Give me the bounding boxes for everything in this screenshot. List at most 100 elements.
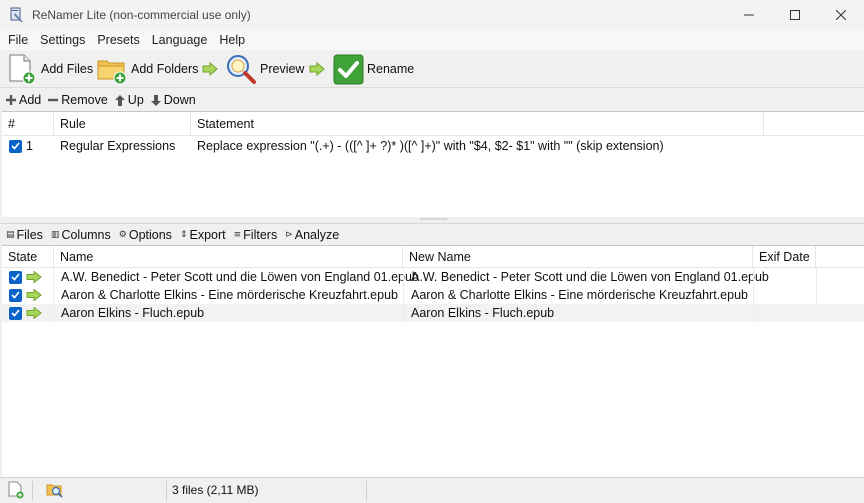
column-header-name[interactable]: Name	[54, 246, 403, 268]
column-header-number[interactable]: #	[2, 112, 54, 136]
minimize-icon	[744, 14, 754, 16]
plus-icon	[6, 95, 16, 105]
file-row[interactable]: A.W. Benedict - Peter Scott und die Löwe…	[2, 268, 864, 286]
options-menu-label: Options	[128, 227, 172, 242]
file-count-status: 3 files (2,11 MB)	[172, 483, 259, 497]
maximize-button[interactable]	[772, 0, 818, 30]
options-menu-button[interactable]: ⚙ Options	[119, 228, 172, 242]
move-down-label: Down	[163, 93, 196, 107]
rule-statement: Replace expression "(.+) - (([^ ]+ ?)* )…	[197, 139, 664, 153]
add-folders-label: Add Folders	[131, 62, 199, 76]
check-icon	[11, 309, 20, 317]
panel-splitter[interactable]	[0, 217, 864, 222]
rules-table-header: # Rule Statement	[2, 112, 864, 136]
filters-menu-label: Filters	[243, 227, 278, 242]
menu-settings[interactable]: Settings	[34, 33, 91, 47]
arrow-down-icon	[150, 94, 161, 106]
preview-button[interactable]: Preview	[225, 50, 304, 88]
files-table: State Name New Name Exif Date A.W. Bened…	[2, 245, 864, 477]
export-icon: ⇕	[179, 229, 188, 240]
filters-icon: ≡	[233, 229, 242, 240]
files-menu-button[interactable]: ▤ Files	[6, 228, 43, 242]
arrow-up-icon	[114, 94, 125, 106]
file-checkbox[interactable]	[9, 270, 22, 284]
add-folder-icon	[97, 60, 127, 85]
move-up-button[interactable]: Up	[114, 93, 144, 107]
close-icon	[836, 10, 846, 20]
rename-button[interactable]: Rename	[333, 50, 414, 88]
add-folders-button[interactable]: Add Folders	[96, 50, 198, 88]
menu-bar: File Settings Presets Language Help	[0, 30, 864, 50]
minimize-button[interactable]	[726, 0, 772, 30]
file-checkbox[interactable]	[9, 288, 22, 302]
file-name: A.W. Benedict - Peter Scott und die Löwe…	[61, 270, 419, 284]
file-name: Aaron Elkins - Fluch.epub	[61, 306, 205, 320]
files-table-header: State Name New Name Exif Date	[2, 246, 864, 268]
columns-menu-button[interactable]: ▥ Columns	[51, 228, 111, 242]
menu-file[interactable]: File	[2, 33, 34, 47]
window-title: ReNamer Lite (non-commercial use only)	[32, 8, 251, 22]
check-icon	[11, 142, 20, 150]
maximize-icon	[790, 10, 800, 20]
file-new-name: A.W. Benedict - Peter Scott und die Löwe…	[411, 270, 769, 284]
arrow-right-icon	[202, 62, 218, 76]
export-menu-button[interactable]: ⇕ Export	[180, 228, 226, 242]
files-toolbar: ▤ Files ▥ Columns ⚙ Options ⇕ Export ≡ F…	[0, 223, 864, 245]
move-up-label: Up	[127, 93, 144, 107]
add-files-button[interactable]: Add Files	[7, 50, 93, 88]
arrow-separator-1	[202, 50, 218, 88]
rename-label: Rename	[367, 62, 415, 76]
add-file-small-icon	[8, 481, 24, 499]
menu-presets[interactable]: Presets	[91, 33, 145, 47]
file-name: Aaron & Charlotte Elkins - Eine mörderis…	[61, 288, 398, 302]
analyze-menu-label: Analyze	[294, 227, 340, 242]
menu-help[interactable]: Help	[213, 33, 251, 47]
column-header-statement[interactable]: Statement	[191, 112, 764, 136]
check-icon	[11, 273, 20, 281]
file-row-selected[interactable]: Aaron Elkins - Fluch.epub Aaron Elkins -…	[2, 304, 864, 322]
analyze-icon: ⊳	[285, 229, 293, 240]
analyze-menu-button[interactable]: ⊳ Analyze	[285, 228, 339, 242]
menu-language[interactable]: Language	[146, 33, 214, 47]
file-checkbox[interactable]	[9, 306, 22, 320]
status-arrow-icon	[26, 289, 42, 301]
status-arrow-icon	[26, 307, 42, 319]
minus-icon	[48, 98, 59, 102]
remove-rule-button[interactable]: Remove	[48, 93, 108, 107]
splitter-grip[interactable]	[420, 218, 448, 220]
check-icon	[11, 291, 20, 299]
arrow-separator-2	[309, 50, 325, 88]
remove-rule-label: Remove	[61, 93, 108, 107]
rules-toolbar: Add Remove Up Down	[0, 89, 864, 111]
columns-menu-label: Columns	[61, 227, 111, 242]
add-files-label: Add Files	[41, 62, 94, 76]
options-icon: ⚙	[118, 229, 127, 240]
files-icon: ▤	[6, 229, 15, 240]
rule-row[interactable]: 1 Regular Expressions Replace expression…	[2, 136, 864, 156]
column-header-exif-date[interactable]: Exif Date	[753, 246, 816, 268]
add-rule-button[interactable]: Add	[6, 93, 41, 107]
column-header-state[interactable]: State	[2, 246, 54, 268]
folder-search-icon	[46, 484, 63, 498]
add-file-status-button[interactable]	[8, 481, 24, 502]
renamer-app-icon	[10, 7, 23, 22]
move-down-button[interactable]: Down	[150, 93, 196, 107]
title-bar: ReNamer Lite (non-commercial use only)	[0, 0, 864, 30]
preview-status-button[interactable]	[46, 481, 64, 502]
file-new-name: Aaron & Charlotte Elkins - Eine mörderis…	[411, 288, 748, 302]
magnifier-icon	[227, 55, 256, 84]
filters-menu-button[interactable]: ≡ Filters	[234, 228, 278, 242]
preview-label: Preview	[260, 62, 305, 76]
add-file-icon	[9, 54, 36, 85]
close-button[interactable]	[818, 0, 864, 30]
file-row[interactable]: Aaron & Charlotte Elkins - Eine mörderis…	[2, 286, 864, 304]
column-header-rule[interactable]: Rule	[54, 112, 191, 136]
column-header-new-name[interactable]: New Name	[403, 246, 753, 268]
columns-icon: ▥	[50, 229, 60, 240]
rule-name: Regular Expressions	[60, 139, 176, 153]
arrow-right-icon	[309, 62, 325, 76]
rules-table: # Rule Statement 1 Regular Expressions R…	[2, 111, 864, 217]
checkmark-icon	[333, 54, 364, 84]
rule-enabled-checkbox[interactable]	[9, 139, 22, 153]
files-menu-label: Files	[16, 227, 43, 242]
